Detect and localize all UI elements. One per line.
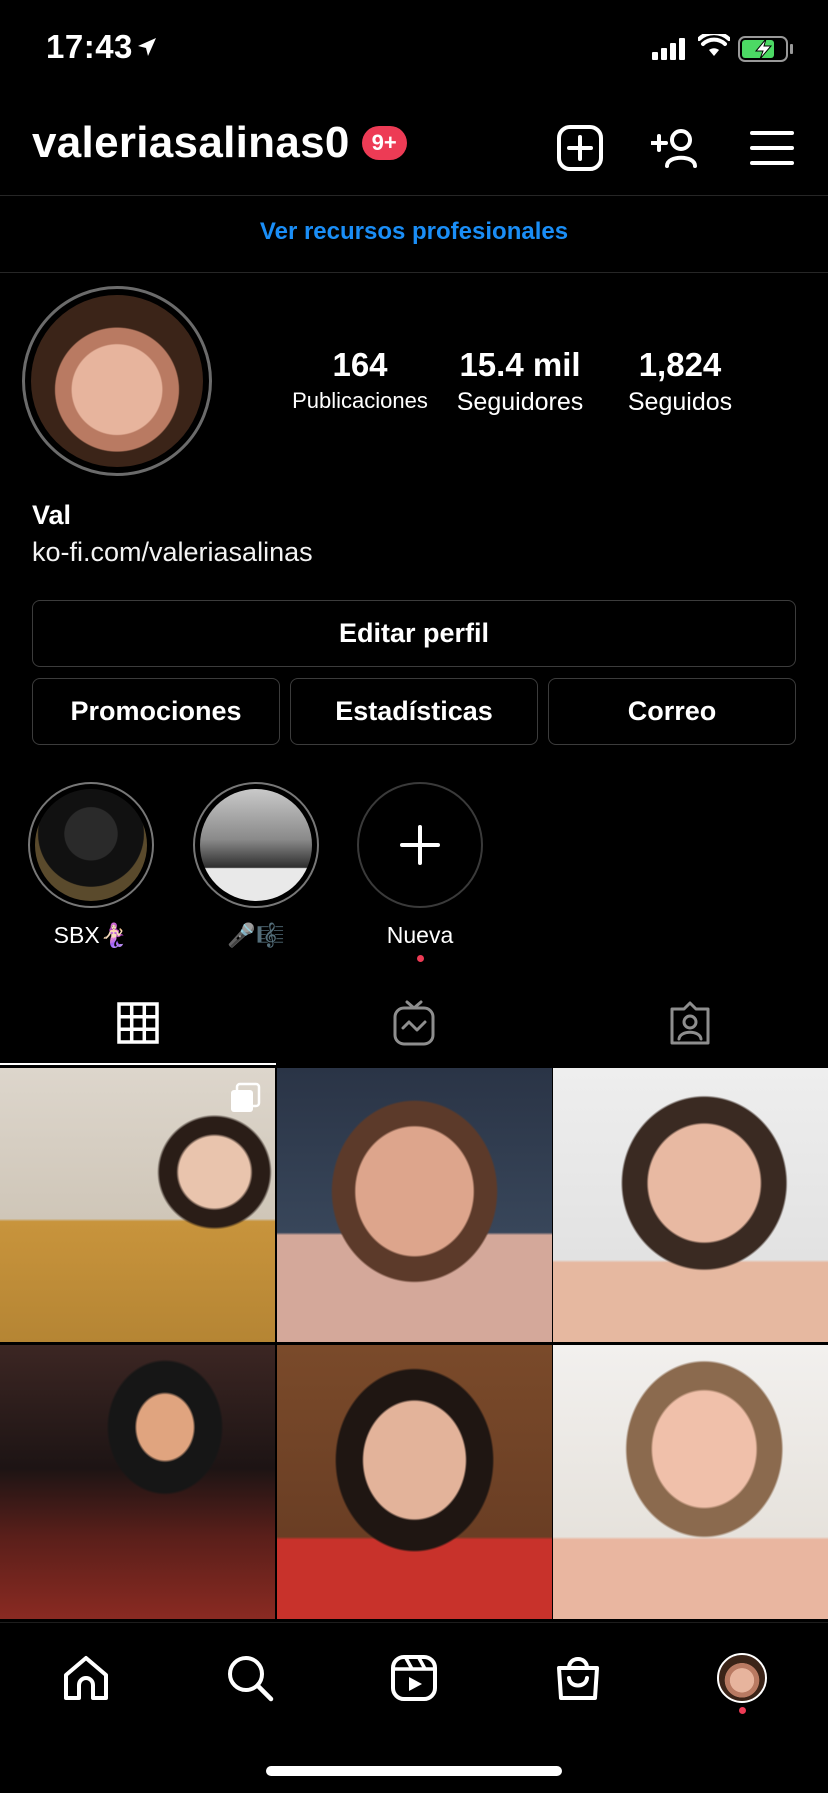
promotions-button[interactable]: Promociones	[32, 678, 280, 745]
add-person-icon	[651, 129, 697, 168]
stat-followers-value: 15.4 mil	[459, 346, 581, 383]
grid-icon	[117, 1002, 159, 1044]
multiple-photos-icon	[231, 1082, 261, 1112]
hamburger-menu-icon	[750, 131, 794, 165]
posts-grid	[0, 1068, 828, 1619]
highlight-sbx[interactable]: SBX🧜🏻‍♀️	[28, 782, 154, 949]
nav-search-button[interactable]	[220, 1648, 280, 1708]
reels-icon	[391, 1655, 437, 1701]
username[interactable]: valeriasalinas0	[32, 118, 350, 168]
post-thumbnail[interactable]	[276, 1068, 552, 1342]
create-post-button[interactable]	[554, 122, 606, 174]
username-row[interactable]: valeriasalinas0 9+	[32, 118, 407, 168]
igtv-icon	[393, 1000, 435, 1046]
stat-followers[interactable]: 15.4 mil Seguidores	[443, 346, 597, 417]
avatar-photo	[31, 295, 203, 467]
post-thumbnail[interactable]	[0, 1068, 275, 1342]
tab-tagged[interactable]	[660, 998, 720, 1048]
nav-reels-button[interactable]	[384, 1648, 444, 1708]
nav-home-button[interactable]	[56, 1648, 116, 1708]
new-highlight-ring	[357, 782, 483, 908]
location-arrow-icon	[138, 38, 156, 56]
highlight-label: SBX🧜🏻‍♀️	[53, 922, 129, 948]
post-thumbnail[interactable]	[553, 1345, 828, 1619]
profile-activity-dot	[739, 1707, 746, 1714]
post-thumbnail[interactable]	[0, 1345, 275, 1619]
profile-avatar-small	[717, 1653, 767, 1703]
tab-posts-grid[interactable]	[108, 998, 168, 1048]
highlight-singing[interactable]: 🎤🎼	[193, 782, 319, 949]
highlight-cover	[35, 789, 147, 901]
pro-link-divider	[0, 272, 828, 273]
header-divider	[0, 195, 828, 196]
new-highlight-button[interactable]: Nueva	[357, 782, 483, 962]
stat-followers-label: Seguidores	[456, 388, 584, 416]
highlight-label: 🎤🎼	[227, 922, 285, 948]
professional-tools-link[interactable]: Ver recursos profesionales	[0, 218, 828, 246]
tab-igtv[interactable]	[384, 998, 444, 1048]
post-thumbnail[interactable]	[553, 1068, 828, 1342]
notification-badge: 9+	[361, 126, 407, 160]
home-indicator	[266, 1766, 562, 1776]
profile-avatar[interactable]	[22, 286, 212, 476]
plus-icon	[400, 825, 440, 865]
active-tab-indicator	[0, 1063, 276, 1065]
edit-profile-button[interactable]: Editar perfil	[32, 600, 796, 667]
profile-website-link[interactable]: ko-fi.com/valeriasalinas	[32, 537, 313, 568]
highlight-ring	[28, 782, 154, 908]
insights-button[interactable]: Estadísticas	[290, 678, 538, 745]
post-thumbnail[interactable]	[276, 1345, 552, 1619]
email-button[interactable]: Correo	[548, 678, 796, 745]
shopping-bag-icon	[557, 1657, 599, 1700]
stat-following[interactable]: 1,824 Seguidos	[610, 346, 750, 417]
stat-following-label: Seguidos	[627, 388, 733, 416]
new-indicator-dot	[416, 955, 424, 962]
highlight-ring	[193, 782, 319, 908]
status-time: 17:43	[46, 28, 133, 65]
nav-profile-button[interactable]	[712, 1648, 772, 1708]
stat-posts-value: 164	[332, 346, 388, 383]
highlight-label: Nueva	[386, 922, 454, 948]
wifi-icon	[698, 34, 730, 56]
stat-posts-label: Publicaciones	[292, 388, 428, 413]
discover-people-button[interactable]	[650, 122, 702, 174]
plus-square-icon	[557, 125, 603, 171]
tagged-person-icon	[670, 1001, 710, 1045]
stat-following-value: 1,824	[638, 346, 722, 383]
menu-button[interactable]	[746, 122, 798, 174]
battery-charging-icon	[738, 36, 793, 62]
nav-shop-button[interactable]	[548, 1648, 608, 1708]
highlight-cover	[200, 789, 312, 901]
search-icon	[228, 1656, 274, 1702]
home-icon	[64, 1656, 108, 1700]
cellular-signal-icon	[652, 38, 685, 60]
stat-posts[interactable]: 164 Publicaciones	[288, 346, 432, 414]
profile-name: Val	[32, 500, 72, 530]
